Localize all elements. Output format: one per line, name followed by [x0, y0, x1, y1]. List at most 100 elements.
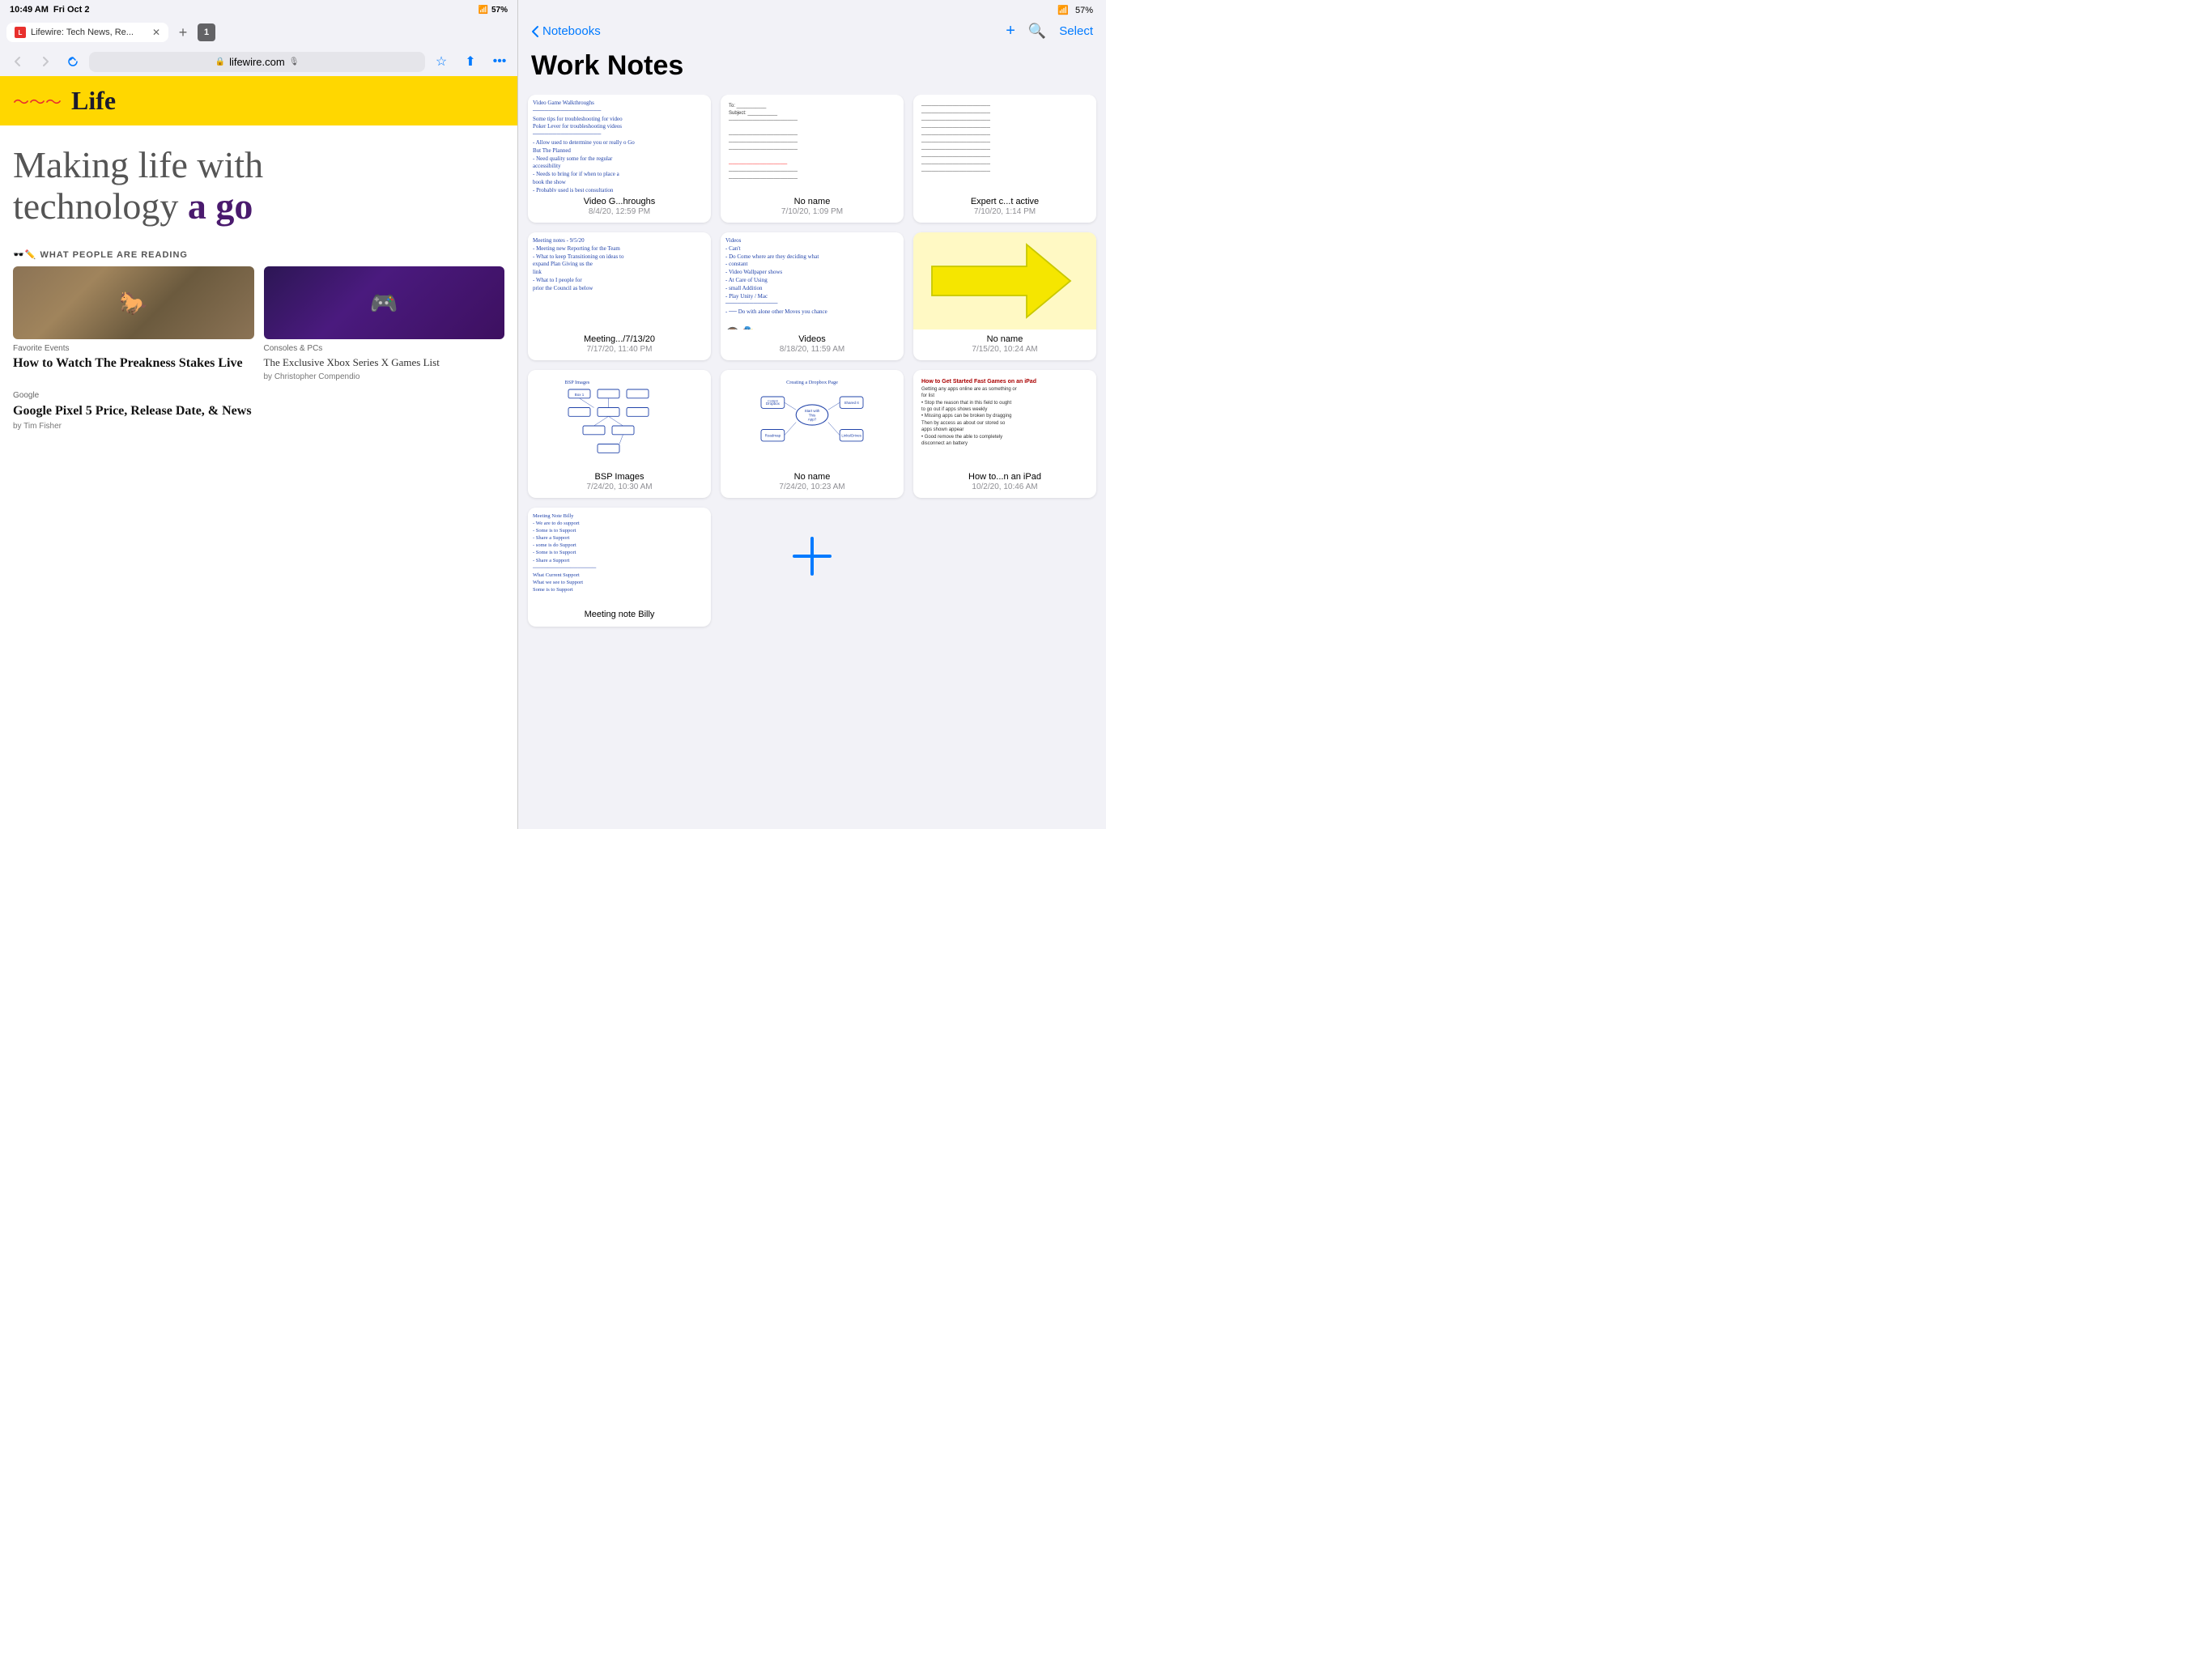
add-note-button[interactable]: + — [1006, 22, 1015, 40]
note-info-11 — [721, 605, 904, 617]
note-name-4: Meeting.../7/13/20 — [534, 334, 704, 344]
tab-title: Lifewire: Tech News, Re... — [31, 28, 147, 37]
search-notes-button[interactable]: 🔍 — [1028, 23, 1046, 40]
more-button[interactable]: ••• — [488, 50, 511, 73]
notes-wifi-icon: 📶 — [1057, 5, 1069, 15]
note-thumbnail-5: Videos - Can't - Do Come where are they … — [721, 232, 904, 329]
note-info-5: Videos 8/18/20, 11:59 AM — [721, 329, 904, 360]
note-card-10[interactable]: Meeting Note Billy - We are to do suppor… — [528, 508, 711, 627]
lifewire-hero: Making life with technology a go — [0, 125, 517, 240]
note-thumbnail-8: Creating a Dropbox Page Start with This … — [721, 370, 904, 467]
note-card-5[interactable]: Videos - Can't - Do Come where are they … — [721, 232, 904, 360]
note-info-8: No name 7/24/20, 10:23 AM — [721, 467, 904, 498]
article-category-3: Google — [13, 391, 504, 400]
article-category-1: Favorite Events — [13, 344, 254, 353]
url-text: lifewire.com — [229, 56, 285, 68]
new-note-plus[interactable] — [721, 508, 904, 605]
date-display: Fri Oct 2 — [53, 5, 90, 15]
tab-count-badge[interactable]: 1 — [198, 23, 215, 41]
article-card-2[interactable]: 🎮 Consoles & PCs The Exclusive Xbox Seri… — [264, 266, 505, 381]
lifewire-header: 〜〜〜 Life — [0, 76, 517, 125]
mic-icon[interactable]: 🎙 — [289, 57, 300, 66]
note-card-2[interactable]: To: ___________ Subject: ___________ ───… — [721, 95, 904, 223]
dropbox-diagram: Creating a Dropbox Page Start with This … — [725, 375, 899, 462]
note-thumbnail-6 — [913, 232, 1096, 329]
note-card-8[interactable]: Creating a Dropbox Page Start with This … — [721, 370, 904, 498]
note-date-3: 7/10/20, 1:14 PM — [920, 207, 1090, 216]
note-date-1: 8/4/20, 12:59 PM — [534, 207, 704, 216]
svg-text:Box 1: Box 1 — [575, 393, 585, 397]
note-date-7: 7/24/20, 10:30 AM — [534, 483, 704, 491]
browser-tab[interactable]: L Lifewire: Tech News, Re... ✕ — [6, 23, 168, 42]
section-label: 🕶️✏️ WHAT PEOPLE ARE READING — [0, 240, 517, 266]
note-name-3: Expert c...t active — [920, 197, 1090, 206]
note-card-6[interactable]: No name 7/15/20, 10:24 AM — [913, 232, 1096, 360]
article-card-3[interactable]: Google Google Pixel 5 Price, Release Dat… — [0, 381, 517, 432]
svg-text:Creating a Dropbox Page: Creating a Dropbox Page — [786, 380, 838, 385]
note-card-4[interactable]: Meeting notes - 9/5/20 - Meeting new Rep… — [528, 232, 711, 360]
battery-display: 57% — [491, 6, 508, 15]
note-info-7: BSP Images 7/24/20, 10:30 AM — [528, 467, 711, 498]
notes-panel: 📶 57% Notebooks + 🔍 Select Work Notes Vi… — [518, 0, 1106, 829]
note-card-3[interactable]: ──────────────────── ───────────────────… — [913, 95, 1096, 223]
back-button[interactable] — [6, 50, 29, 73]
address-bar: 🔒 lifewire.com 🎙 ☆ ⬆ ••• — [0, 47, 517, 76]
article-title-1: How to Watch The Preakness Stakes Live — [13, 355, 254, 371]
svg-text:Links/Drives: Links/Drives — [841, 434, 861, 438]
note-content-3: ──────────────────── ───────────────────… — [918, 100, 993, 179]
bookmark-button[interactable]: ☆ — [430, 50, 453, 73]
note-name-8: No name — [727, 472, 897, 482]
note-card-1[interactable]: Video Game Walkthroughs ────────────────… — [528, 95, 711, 223]
lock-icon: 🔒 — [215, 57, 225, 66]
reload-button[interactable] — [62, 50, 84, 73]
notes-status-bar: 📶 57% — [518, 0, 1106, 19]
note-content-10: Meeting Note Billy - We are to do suppor… — [533, 512, 596, 593]
note-card-11[interactable] — [721, 508, 904, 627]
gaming-image: 🎮 — [264, 266, 505, 339]
note-thumbnail-1: Video Game Walkthroughs ────────────────… — [528, 95, 711, 192]
note-info-9: How to...n an iPad 10/2/20, 10:46 AM — [913, 467, 1096, 498]
note-content-2: To: ___________ Subject: ___________ ───… — [725, 100, 801, 186]
note-info-2: No name 7/10/20, 1:09 PM — [721, 192, 904, 223]
notes-nav: Notebooks + 🔍 Select — [518, 19, 1106, 47]
note-thumbnail-3: ──────────────────── ───────────────────… — [913, 95, 1096, 192]
article-image-1: 🐎 — [13, 266, 254, 339]
tab-favicon: L — [15, 27, 26, 38]
svg-text:App?: App? — [808, 418, 817, 422]
note-name-10: Meeting note Billy — [534, 610, 704, 619]
plus-icon — [788, 532, 836, 580]
article-category-2: Consoles & PCs — [264, 344, 505, 353]
article-card-1[interactable]: 🐎 Favorite Events How to Watch The Preak… — [13, 266, 254, 381]
article-byline-2: by Christopher Compendio — [264, 372, 505, 381]
note-date-9: 10/2/20, 10:46 AM — [920, 483, 1090, 491]
status-right: 📶 57% — [479, 6, 508, 15]
note-info-1: Video G...hroughs 8/4/20, 12:59 PM — [528, 192, 711, 223]
article-byline-3: by Tim Fisher — [13, 422, 504, 431]
url-field[interactable]: 🔒 lifewire.com 🎙 — [89, 52, 425, 72]
svg-text:Content: Content — [768, 399, 778, 402]
note-thumbnail-10: Meeting Note Billy - We are to do suppor… — [528, 508, 711, 605]
share-button[interactable]: ⬆ — [459, 50, 482, 73]
note-content-5: Videos - Can't - Do Come where are they … — [725, 237, 827, 329]
note-date-6: 7/15/20, 10:24 AM — [920, 345, 1090, 354]
note-info-6: No name 7/15/20, 10:24 AM — [913, 329, 1096, 360]
horse-racing-image: 🐎 — [13, 266, 254, 339]
tab-close-button[interactable]: ✕ — [152, 27, 160, 38]
svg-text:Start with: Start with — [805, 409, 820, 413]
notebooks-back-button[interactable]: Notebooks — [531, 24, 601, 38]
note-thumbnail-9: How to Get Started Fast Games on an iPad… — [913, 370, 1096, 467]
lifewire-logo-icon: 〜〜〜 — [13, 89, 62, 113]
new-tab-button[interactable]: + — [172, 21, 194, 44]
forward-button[interactable] — [34, 50, 57, 73]
note-info-3: Expert c...t active 7/10/20, 1:14 PM — [913, 192, 1096, 223]
svg-text:BSP Images: BSP Images — [565, 380, 590, 385]
arrow-svg — [918, 237, 1091, 325]
note-name-9: How to...n an iPad — [920, 472, 1090, 482]
notes-battery: 57% — [1075, 6, 1093, 15]
svg-text:This: This — [809, 413, 816, 417]
note-thumbnail-4: Meeting notes - 9/5/20 - Meeting new Rep… — [528, 232, 711, 329]
note-date-5: 8/18/20, 11:59 AM — [727, 345, 897, 354]
select-button[interactable]: Select — [1059, 24, 1093, 38]
note-card-7[interactable]: BSP Images Box 1 — [528, 370, 711, 498]
note-card-9[interactable]: How to Get Started Fast Games on an iPad… — [913, 370, 1096, 498]
